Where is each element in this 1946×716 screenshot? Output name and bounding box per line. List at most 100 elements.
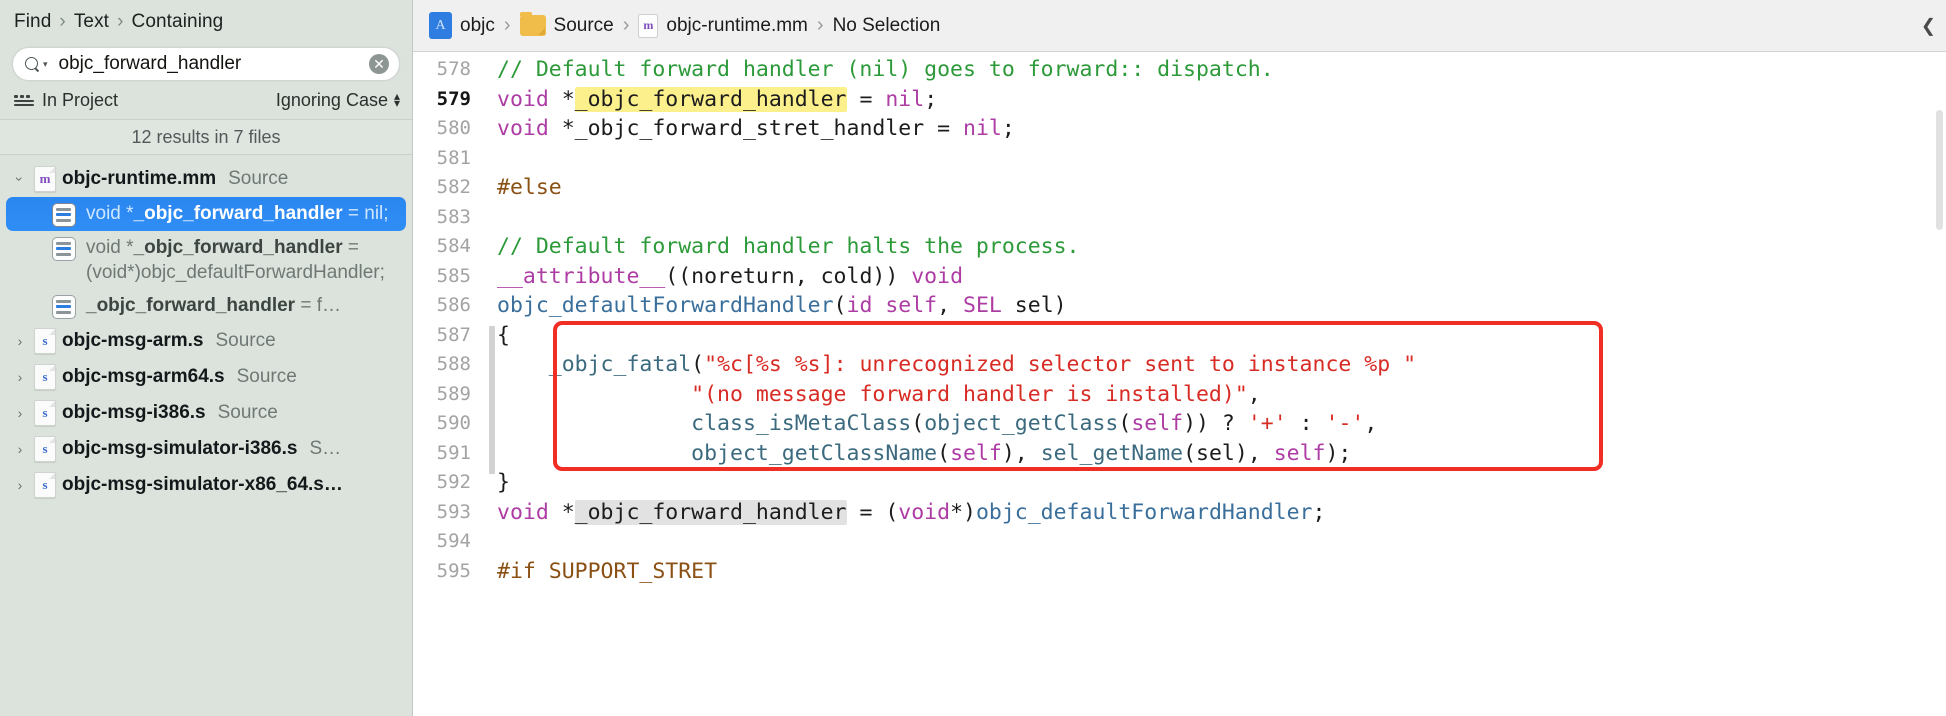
case-sensitivity-popup[interactable]: Ignoring Case ▴ ▾ (275, 89, 400, 111)
result-file-row[interactable]: › s objc-msg-simulator-x86_64.s… (0, 467, 412, 503)
disclosure-triangle-icon[interactable]: › (12, 442, 28, 456)
jumpbar-separator-icon: › (622, 14, 630, 36)
text-match-icon (52, 203, 76, 227)
code-token: : (1286, 411, 1326, 436)
code-line[interactable]: 595 #if SUPPORT_STRET (413, 557, 1946, 587)
code-line[interactable]: 593 void *_objc_forward_handler = (void*)… (413, 498, 1946, 528)
code-line[interactable]: 586 objc_defaultForwardHandler(id self, S… (413, 291, 1946, 321)
xcode-find-navigator-window: Find › Text › Containing ▾ ✕ In Project (0, 0, 1946, 716)
chevron-updown-icon[interactable]: ▴ ▾ (394, 89, 400, 109)
code-line[interactable]: 592} (413, 468, 1946, 498)
breadcrumb-separator-icon: › (59, 10, 66, 32)
code-token: void (497, 116, 549, 141)
breadcrumb-find[interactable]: Find (14, 11, 51, 33)
result-file-row[interactable]: › s objc-msg-arm.s Source (0, 323, 412, 359)
code-token: *_objc_forward_stret_handler = (548, 116, 963, 141)
code-line[interactable]: 579 void *_objc_forward_handler = nil; (413, 85, 1946, 115)
code-line[interactable]: 581 (413, 144, 1946, 174)
search-icon[interactable]: ▾ (25, 56, 48, 72)
code-text-area[interactable]: 578 // Default forward handler (nil) goes… (413, 52, 1946, 716)
match-snippet: void *_objc_forward_handler = nil; (86, 203, 389, 224)
project-icon (429, 12, 452, 39)
disclosure-triangle-icon[interactable]: › (12, 478, 28, 492)
code-line-text: #if SUPPORT_STRET (497, 557, 1946, 587)
code-line-text: } (497, 468, 1946, 498)
jumpbar-selection-label[interactable]: No Selection (833, 15, 941, 37)
disclosure-triangle-icon[interactable]: › (12, 370, 28, 384)
vertical-scrollbar[interactable] (1936, 110, 1943, 230)
code-token: class_isMetaClass (691, 411, 912, 436)
code-line[interactable]: 583 (413, 203, 1946, 233)
code-token: nil (963, 116, 1002, 141)
line-number: 588 (436, 353, 471, 375)
results-count-label: 12 results in 7 files (0, 119, 412, 155)
jumpbar-separator-icon: › (816, 14, 824, 36)
file-name: objc-msg-arm.s (62, 330, 204, 352)
line-number: 591 (436, 441, 471, 464)
editor-jump-bar[interactable]: objc › Source › m objc-runtime.mm › No S… (413, 0, 1946, 52)
code-token: ); (1325, 440, 1352, 466)
file-kind: Source (228, 168, 289, 189)
code-line[interactable]: 582 #else (413, 173, 1946, 203)
code-line-text: // Default forward handler halts the pro… (497, 232, 1946, 262)
search-input[interactable] (47, 53, 369, 75)
result-file-row[interactable]: › m objc-runtime.mm Source (0, 161, 412, 197)
code-line[interactable]: 580 void *_objc_forward_stret_handler = n… (413, 114, 1946, 144)
line-number: 578 (436, 58, 471, 80)
breadcrumb-text[interactable]: Text (74, 11, 109, 33)
jumpbar-project[interactable]: objc (429, 12, 495, 39)
results-list[interactable]: › m objc-runtime.mm Source void *_objc_f… (0, 155, 412, 716)
code-token: // Default forward handler (nil) goes to… (497, 57, 1274, 82)
code-token: = ( (846, 499, 899, 525)
code-token: , (1247, 381, 1261, 407)
code-line[interactable]: 591 object_getClassName(self), sel_getNa… (413, 439, 1946, 469)
file-name: objc-msg-simulator-x86_64.s… (62, 474, 343, 496)
code-line[interactable]: 587 { (413, 321, 1946, 351)
code-token: ( (911, 411, 925, 436)
code-token: * (548, 499, 575, 525)
chevron-left-icon[interactable]: ❮ (1921, 15, 1936, 36)
code-lines[interactable]: 578 // Default forward handler (nil) goes… (413, 52, 1946, 586)
code-line-text: void *_objc_forward_stret_handler = nil; (497, 114, 1946, 144)
code-line[interactable]: 589 "(no message forward handler is inst… (413, 380, 1946, 410)
close-icon[interactable]: ✕ (369, 54, 389, 74)
code-token: void (898, 499, 951, 525)
result-match-row[interactable]: _objc_forward_handler = f… (0, 289, 412, 323)
code-token: = (846, 86, 886, 112)
line-number: 580 (436, 117, 471, 139)
file-kind: S… (309, 438, 342, 460)
line-number: 585 (436, 264, 471, 287)
search-scope-row: In Project Ignoring Case ▴ ▾ (0, 81, 412, 119)
file-name: objc-msg-arm64.s (62, 366, 225, 388)
code-line[interactable]: 594 (413, 527, 1946, 557)
result-file-row[interactable]: › s objc-msg-i386.s Source (0, 395, 412, 431)
disclosure-triangle-icon[interactable]: › (12, 334, 28, 348)
code-line[interactable]: 590 class_isMetaClass(object_getClass(se… (413, 409, 1946, 439)
code-line[interactable]: 584 // Default forward handler halts the … (413, 232, 1946, 262)
result-match-row-selected[interactable]: void *_objc_forward_handler = nil; (6, 197, 406, 231)
scope-in-project[interactable]: In Project (14, 90, 118, 111)
find-breadcrumb[interactable]: Find › Text › Containing (0, 0, 412, 43)
search-field-container[interactable]: ▾ ✕ (12, 47, 400, 81)
code-line[interactable]: 578 // Default forward handler (nil) goes… (413, 55, 1946, 85)
code-token: (sel), (1183, 440, 1274, 466)
result-file-row[interactable]: › s objc-msg-simulator-i386.s S… (0, 431, 412, 467)
disclosure-triangle-icon[interactable]: › (12, 406, 28, 420)
result-file-row[interactable]: › s objc-msg-arm64.s Source (0, 359, 412, 395)
jumpbar-file[interactable]: m objc-runtime.mm (638, 13, 808, 38)
breadcrumb-containing[interactable]: Containing (132, 11, 224, 33)
line-number: 582 (436, 176, 471, 198)
result-match-row[interactable]: void *_objc_forward_handler = (void*)obj… (0, 231, 412, 289)
code-token: ; (924, 86, 938, 112)
code-token: object_getClass (924, 411, 1119, 436)
file-kind: Source (215, 330, 276, 352)
jumpbar-folder[interactable]: Source (519, 12, 614, 37)
case-option-label: Ignoring Case (275, 89, 388, 110)
code-line[interactable]: 585 __attribute__((noreturn, cold)) void (413, 262, 1946, 292)
file-kind: Source (236, 366, 297, 388)
code-line[interactable]: 588 _objc_fatal("%c[%s %s]: unrecognized… (413, 350, 1946, 380)
disclosure-triangle-icon[interactable]: › (12, 171, 28, 187)
